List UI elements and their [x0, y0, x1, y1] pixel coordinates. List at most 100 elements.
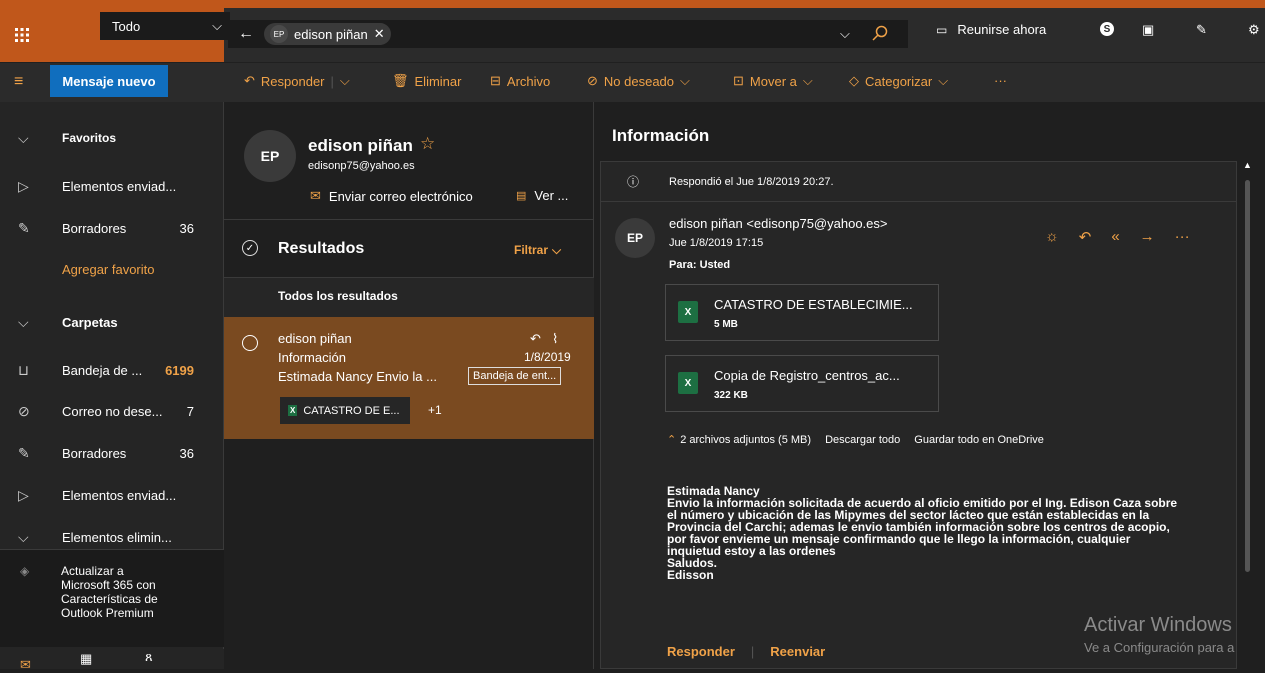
new-message-button[interactable]: Mensaje nuevo [50, 65, 168, 97]
diamond-icon: ◈ [20, 564, 30, 578]
select-message-circle[interactable] [242, 335, 258, 351]
collapse-icon[interactable]: ⌃ [667, 433, 676, 446]
archive-label: Archivo [506, 73, 551, 89]
reply-button[interactable]: ↶ Responder | ⌵ [244, 73, 350, 89]
office-icon[interactable]: ▣ [1142, 22, 1154, 38]
send-icon: ▷ [18, 486, 29, 503]
search-chevron-icon[interactable]: ⌵ [840, 26, 850, 42]
favorites-header[interactable]: ⌵ Favoritos [0, 118, 224, 158]
attachment-card[interactable]: X CATASTRO DE ESTABLECIMIE... 5 MB [665, 284, 939, 341]
search-box[interactable]: ← EP edison piñan ✕ ⌵ [228, 20, 908, 48]
categorize-label: Categorizar [865, 73, 933, 89]
app-launcher-icon[interactable] [0, 8, 44, 62]
sun-icon[interactable]: ☼ [1045, 228, 1059, 246]
add-favorite-link[interactable]: Agregar favorito [0, 249, 224, 289]
attachment-chip[interactable]: X CATASTRO DE E... [280, 397, 410, 424]
bottom-app-bar: ✉ ▦ ጸ [0, 649, 224, 672]
sidebar-item-label: Borradores [62, 445, 127, 461]
drafts-count: 36 [179, 220, 194, 236]
search-scope-dropdown[interactable]: Todo ⌵ [100, 12, 230, 40]
attachment-size: 322 KB [714, 390, 748, 401]
sidebar-item-drafts[interactable]: ✎ Borradores 36 [0, 208, 224, 248]
chevron-down-icon: ⌵ [680, 73, 690, 88]
reading-subject: Información [612, 126, 710, 145]
mail-icon[interactable]: ✉ [20, 657, 31, 673]
contact-avatar: EP [244, 130, 296, 182]
hamburger-menu-icon[interactable]: ≡ [14, 73, 23, 91]
categorize-button[interactable]: ◇ Categorizar ⌵ [849, 73, 948, 89]
select-all-circle[interactable]: ✓ [242, 240, 258, 256]
body-line: Edisson [667, 568, 714, 582]
delete-button[interactable]: 🗑 Eliminar [392, 73, 461, 89]
archive-button[interactable]: ⊟ Archivo [490, 73, 550, 89]
sidebar-item-junk[interactable]: ⊘ Correo no dese... 7 [0, 391, 224, 431]
activation-watermark-subtitle: Ve a Configuración para a [1084, 640, 1235, 655]
scrollbar[interactable]: ▲ [1243, 160, 1252, 572]
filter-button[interactable]: Filtrar ⌵ [514, 243, 561, 258]
upgrade-banner[interactable]: ◈ Actualizar a Microsoft 365 con Caracte… [0, 549, 224, 647]
back-arrow-icon[interactable]: ← [238, 25, 254, 43]
scroll-thumb[interactable] [1245, 180, 1250, 572]
meet-now-button[interactable]: ▭ Reunirse ahora [936, 22, 1046, 37]
upgrade-line: Microsoft 365 con [61, 578, 156, 592]
download-all-link[interactable]: Descargar todo [825, 434, 900, 446]
reply-all-icon[interactable]: « [1111, 228, 1119, 246]
save-onedrive-link[interactable]: Guardar todo en OneDrive [914, 434, 1044, 446]
calendar-icon[interactable]: ▦ [80, 651, 92, 667]
chevron-down-icon: ⌵ [802, 73, 813, 88]
chevron-down-icon: ⌵ [938, 73, 949, 88]
message-row[interactable]: edison piñan ↶ ⌇ Información 1/8/2019 Es… [224, 317, 594, 439]
chevron-down-icon: ⌵ [552, 243, 562, 257]
favorite-star-icon[interactable]: ☆ [420, 134, 435, 154]
skype-icon[interactable]: S [1100, 22, 1114, 36]
reply-label: Responder [260, 73, 325, 89]
chip-avatar: EP [270, 25, 288, 43]
contact-name: edison piñan [308, 136, 413, 155]
settings-icon[interactable]: ⚙ [1248, 22, 1260, 38]
chevron-down-icon: ⌵ [18, 528, 29, 545]
tag-icon: ◇ [849, 73, 859, 88]
send-email-link[interactable]: ✉ Enviar correo electrónico [310, 188, 473, 204]
divider: | [750, 644, 755, 659]
sidebar-item-inbox[interactable]: ⊔ Bandeja de ... 6199 [0, 350, 224, 390]
junk-button[interactable]: ⊘ No deseado ⌵ [587, 73, 690, 89]
scroll-up-icon[interactable]: ▲ [1243, 160, 1252, 170]
sidebar-item-sent[interactable]: ▷ Elementos enviad... [0, 166, 224, 206]
view-profile-link[interactable]: ▤ Ver ... [516, 188, 568, 203]
chevron-down-icon[interactable]: ⌵ [340, 73, 350, 89]
favorites-label: Favoritos [62, 131, 117, 145]
forward-link[interactable]: Reenviar [770, 644, 825, 659]
chevron-down-icon: ⌵ [18, 129, 29, 146]
more-icon[interactable]: ··· [1175, 228, 1190, 246]
paperclip-icon: ⌇ [552, 331, 559, 346]
search-person-chip[interactable]: EP edison piñan ✕ [264, 23, 391, 45]
more-actions-button[interactable]: ··· [994, 73, 1007, 88]
pencil-icon: ✎ [18, 219, 30, 236]
people-icon[interactable]: ጸ [145, 649, 153, 665]
reply-link[interactable]: Responder [667, 644, 735, 659]
sender-line[interactable]: edison piñan <edisonp75@yahoo.es> [669, 216, 887, 231]
search-icon[interactable] [872, 25, 888, 44]
mail-icon: ✉ [310, 188, 321, 203]
feedback-icon[interactable]: ✎ [1196, 22, 1207, 38]
trash-icon: 🗑 [392, 73, 409, 88]
attachment-name: CATASTRO DE E... [303, 404, 400, 417]
upgrade-line: Actualizar a [61, 564, 124, 578]
more-attachments[interactable]: +1 [428, 403, 442, 417]
attachment-card[interactable]: X Copia de Registro_centros_ac... 322 KB [665, 355, 939, 412]
sidebar-item-sent-folder[interactable]: ▷ Elementos enviad... [0, 475, 224, 515]
attachment-name: Copia de Registro_centros_ac... [714, 368, 900, 383]
reply-icon[interactable]: ↶ [1079, 228, 1092, 246]
folders-label: Carpetas [62, 314, 118, 330]
chevron-down-icon: ⌵ [212, 18, 222, 33]
message-card: ⓘ Respondió el Jue 1/8/2019 20:27. EP ed… [600, 161, 1237, 669]
move-to-button[interactable]: ⊡ Mover a ⌵ [733, 73, 813, 89]
chip-close-icon[interactable]: ✕ [374, 26, 385, 42]
forward-icon[interactable]: → [1140, 228, 1155, 246]
body-line: Saludos. [667, 556, 718, 570]
message-date: 1/8/2019 [524, 350, 571, 364]
replied-info-text: Respondió el Jue 1/8/2019 20:27. [669, 176, 834, 188]
sidebar-item-drafts-folder[interactable]: ✎ Borradores 36 [0, 433, 224, 473]
folders-header[interactable]: ⌵ Carpetas [0, 302, 224, 342]
divider: | [330, 73, 334, 89]
